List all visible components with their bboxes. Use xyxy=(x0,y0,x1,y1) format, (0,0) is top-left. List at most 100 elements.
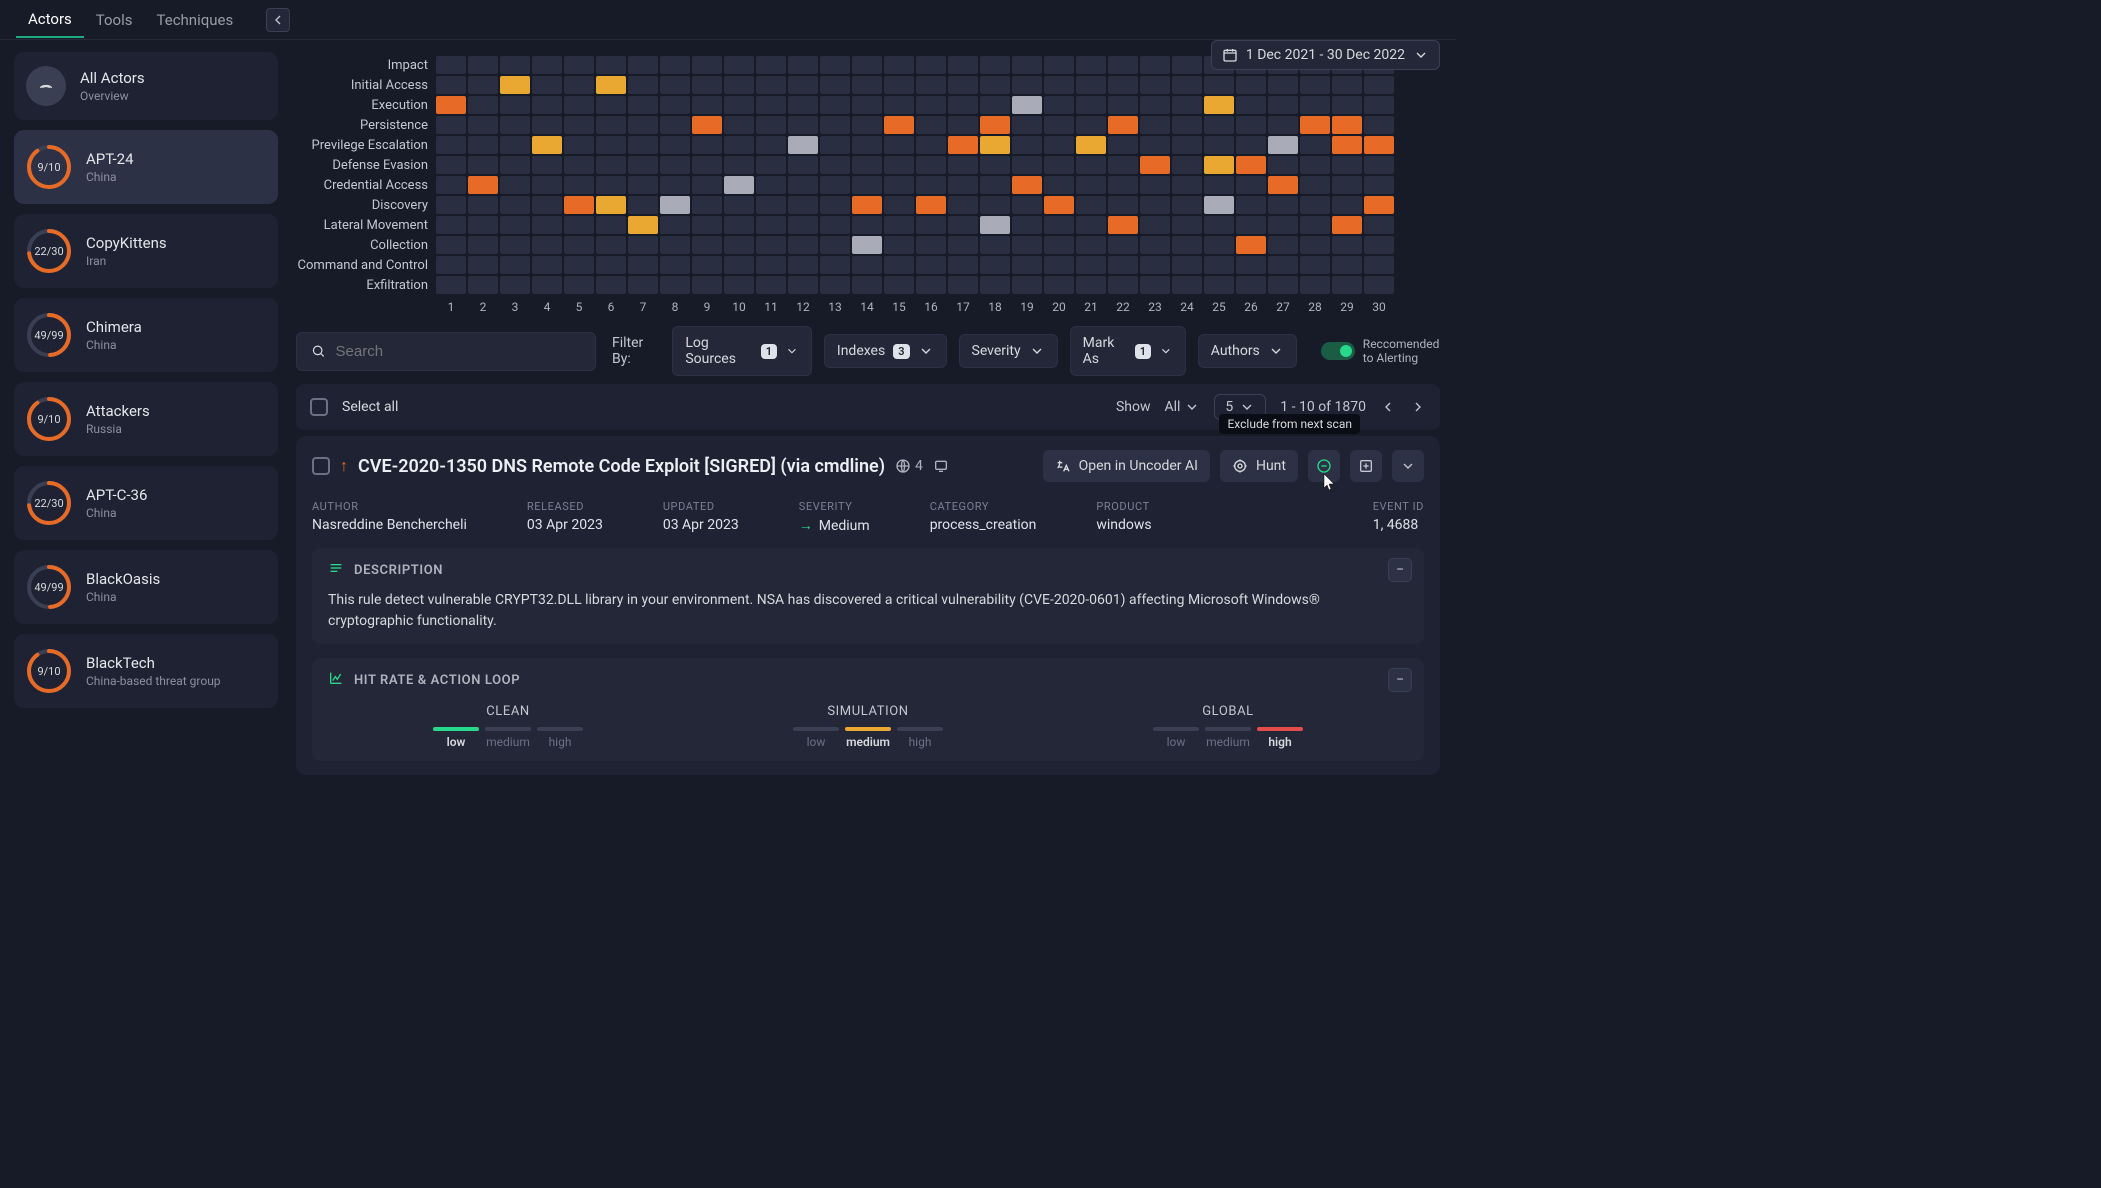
sidebar-item-actor[interactable]: 22/30CopyKittensIran xyxy=(14,214,278,288)
heatmap-cell[interactable] xyxy=(788,216,818,234)
heatmap-cell[interactable] xyxy=(692,116,722,134)
heatmap-cell[interactable] xyxy=(788,276,818,294)
heatmap-cell[interactable] xyxy=(1172,56,1202,74)
heatmap-cell[interactable] xyxy=(564,96,594,114)
heatmap-cell[interactable] xyxy=(852,276,882,294)
heatmap-cell[interactable] xyxy=(1364,156,1394,174)
heatmap-cell[interactable] xyxy=(820,136,850,154)
recommended-toggle[interactable] xyxy=(1321,342,1355,360)
heatmap-cell[interactable] xyxy=(980,96,1010,114)
heatmap-cell[interactable] xyxy=(596,236,626,254)
heatmap-cell[interactable] xyxy=(596,256,626,274)
heatmap-cell[interactable] xyxy=(916,216,946,234)
heatmap-cell[interactable] xyxy=(1044,176,1074,194)
heatmap-cell[interactable] xyxy=(1044,116,1074,134)
heatmap-cell[interactable] xyxy=(564,156,594,174)
tab-techniques[interactable]: Techniques xyxy=(145,3,246,37)
filter-mark-as[interactable]: Mark As 1 xyxy=(1070,326,1186,376)
heatmap-cell[interactable] xyxy=(596,76,626,94)
heatmap-cell[interactable] xyxy=(756,136,786,154)
heatmap-cell[interactable] xyxy=(1172,156,1202,174)
heatmap-cell[interactable] xyxy=(916,176,946,194)
heatmap-cell[interactable] xyxy=(980,256,1010,274)
heatmap-cell[interactable] xyxy=(532,136,562,154)
heatmap-cell[interactable] xyxy=(628,136,658,154)
heatmap-cell[interactable] xyxy=(500,156,530,174)
heatmap-cell[interactable] xyxy=(1364,236,1394,254)
heatmap-cell[interactable] xyxy=(1108,56,1138,74)
heatmap-cell[interactable] xyxy=(692,76,722,94)
heatmap-cell[interactable] xyxy=(1236,156,1266,174)
heatmap-cell[interactable] xyxy=(948,276,978,294)
heatmap-cell[interactable] xyxy=(884,236,914,254)
heatmap-cell[interactable] xyxy=(884,196,914,214)
heatmap-cell[interactable] xyxy=(564,116,594,134)
heatmap-cell[interactable] xyxy=(980,76,1010,94)
heatmap-cell[interactable] xyxy=(916,136,946,154)
heatmap-cell[interactable] xyxy=(1332,176,1362,194)
heatmap-cell[interactable] xyxy=(724,156,754,174)
heatmap-cell[interactable] xyxy=(532,56,562,74)
heatmap-cell[interactable] xyxy=(884,256,914,274)
heatmap-cell[interactable] xyxy=(660,176,690,194)
heatmap-cell[interactable] xyxy=(1332,276,1362,294)
heatmap-cell[interactable] xyxy=(852,116,882,134)
heatmap-cell[interactable] xyxy=(1364,76,1394,94)
heatmap-cell[interactable] xyxy=(596,96,626,114)
heatmap-cell[interactable] xyxy=(980,236,1010,254)
heatmap-cell[interactable] xyxy=(1076,216,1106,234)
select-all-checkbox[interactable] xyxy=(310,398,328,416)
heatmap-cell[interactable] xyxy=(1236,196,1266,214)
heatmap-cell[interactable] xyxy=(596,116,626,134)
heatmap-cell[interactable] xyxy=(756,256,786,274)
heatmap-cell[interactable] xyxy=(916,236,946,254)
heatmap-cell[interactable] xyxy=(564,256,594,274)
heatmap-cell[interactable] xyxy=(820,216,850,234)
heatmap-cell[interactable] xyxy=(948,156,978,174)
heatmap-cell[interactable] xyxy=(1012,216,1042,234)
heatmap-cell[interactable] xyxy=(724,196,754,214)
heatmap-cell[interactable] xyxy=(500,176,530,194)
heatmap-cell[interactable] xyxy=(1364,256,1394,274)
heatmap-cell[interactable] xyxy=(1108,196,1138,214)
heatmap-cell[interactable] xyxy=(916,156,946,174)
heatmap-cell[interactable] xyxy=(500,276,530,294)
heatmap-cell[interactable] xyxy=(1332,216,1362,234)
heatmap-cell[interactable] xyxy=(564,176,594,194)
heatmap-cell[interactable] xyxy=(1364,216,1394,234)
heatmap-cell[interactable] xyxy=(1076,76,1106,94)
heatmap-cell[interactable] xyxy=(660,236,690,254)
heatmap-cell[interactable] xyxy=(1012,136,1042,154)
heatmap-cell[interactable] xyxy=(1012,196,1042,214)
heatmap-cell[interactable] xyxy=(756,196,786,214)
heatmap-cell[interactable] xyxy=(660,276,690,294)
heatmap-cell[interactable] xyxy=(1204,76,1234,94)
heatmap-cell[interactable] xyxy=(820,236,850,254)
heatmap-cell[interactable] xyxy=(1236,216,1266,234)
heatmap-cell[interactable] xyxy=(436,196,466,214)
heatmap-cell[interactable] xyxy=(788,196,818,214)
heatmap-cell[interactable] xyxy=(1044,236,1074,254)
heatmap-cell[interactable] xyxy=(596,176,626,194)
heatmap-cell[interactable] xyxy=(916,276,946,294)
heatmap-cell[interactable] xyxy=(1172,136,1202,154)
heatmap-cell[interactable] xyxy=(1268,196,1298,214)
heatmap-cell[interactable] xyxy=(1268,256,1298,274)
heatmap-cell[interactable] xyxy=(628,156,658,174)
heatmap-cell[interactable] xyxy=(532,276,562,294)
heatmap-cell[interactable] xyxy=(852,136,882,154)
heatmap-cell[interactable] xyxy=(1076,196,1106,214)
heatmap-cell[interactable] xyxy=(1012,256,1042,274)
heatmap-cell[interactable] xyxy=(1204,176,1234,194)
heatmap-cell[interactable] xyxy=(692,276,722,294)
heatmap-cell[interactable] xyxy=(788,176,818,194)
heatmap-cell[interactable] xyxy=(564,196,594,214)
heatmap-cell[interactable] xyxy=(436,256,466,274)
heatmap-cell[interactable] xyxy=(820,276,850,294)
heatmap-cell[interactable] xyxy=(628,216,658,234)
heatmap-cell[interactable] xyxy=(852,216,882,234)
sidebar-item-actor[interactable]: 9/10BlackTechChina-based threat group xyxy=(14,634,278,708)
heatmap-cell[interactable] xyxy=(1140,196,1170,214)
heatmap-cell[interactable] xyxy=(596,136,626,154)
heatmap-cell[interactable] xyxy=(500,136,530,154)
